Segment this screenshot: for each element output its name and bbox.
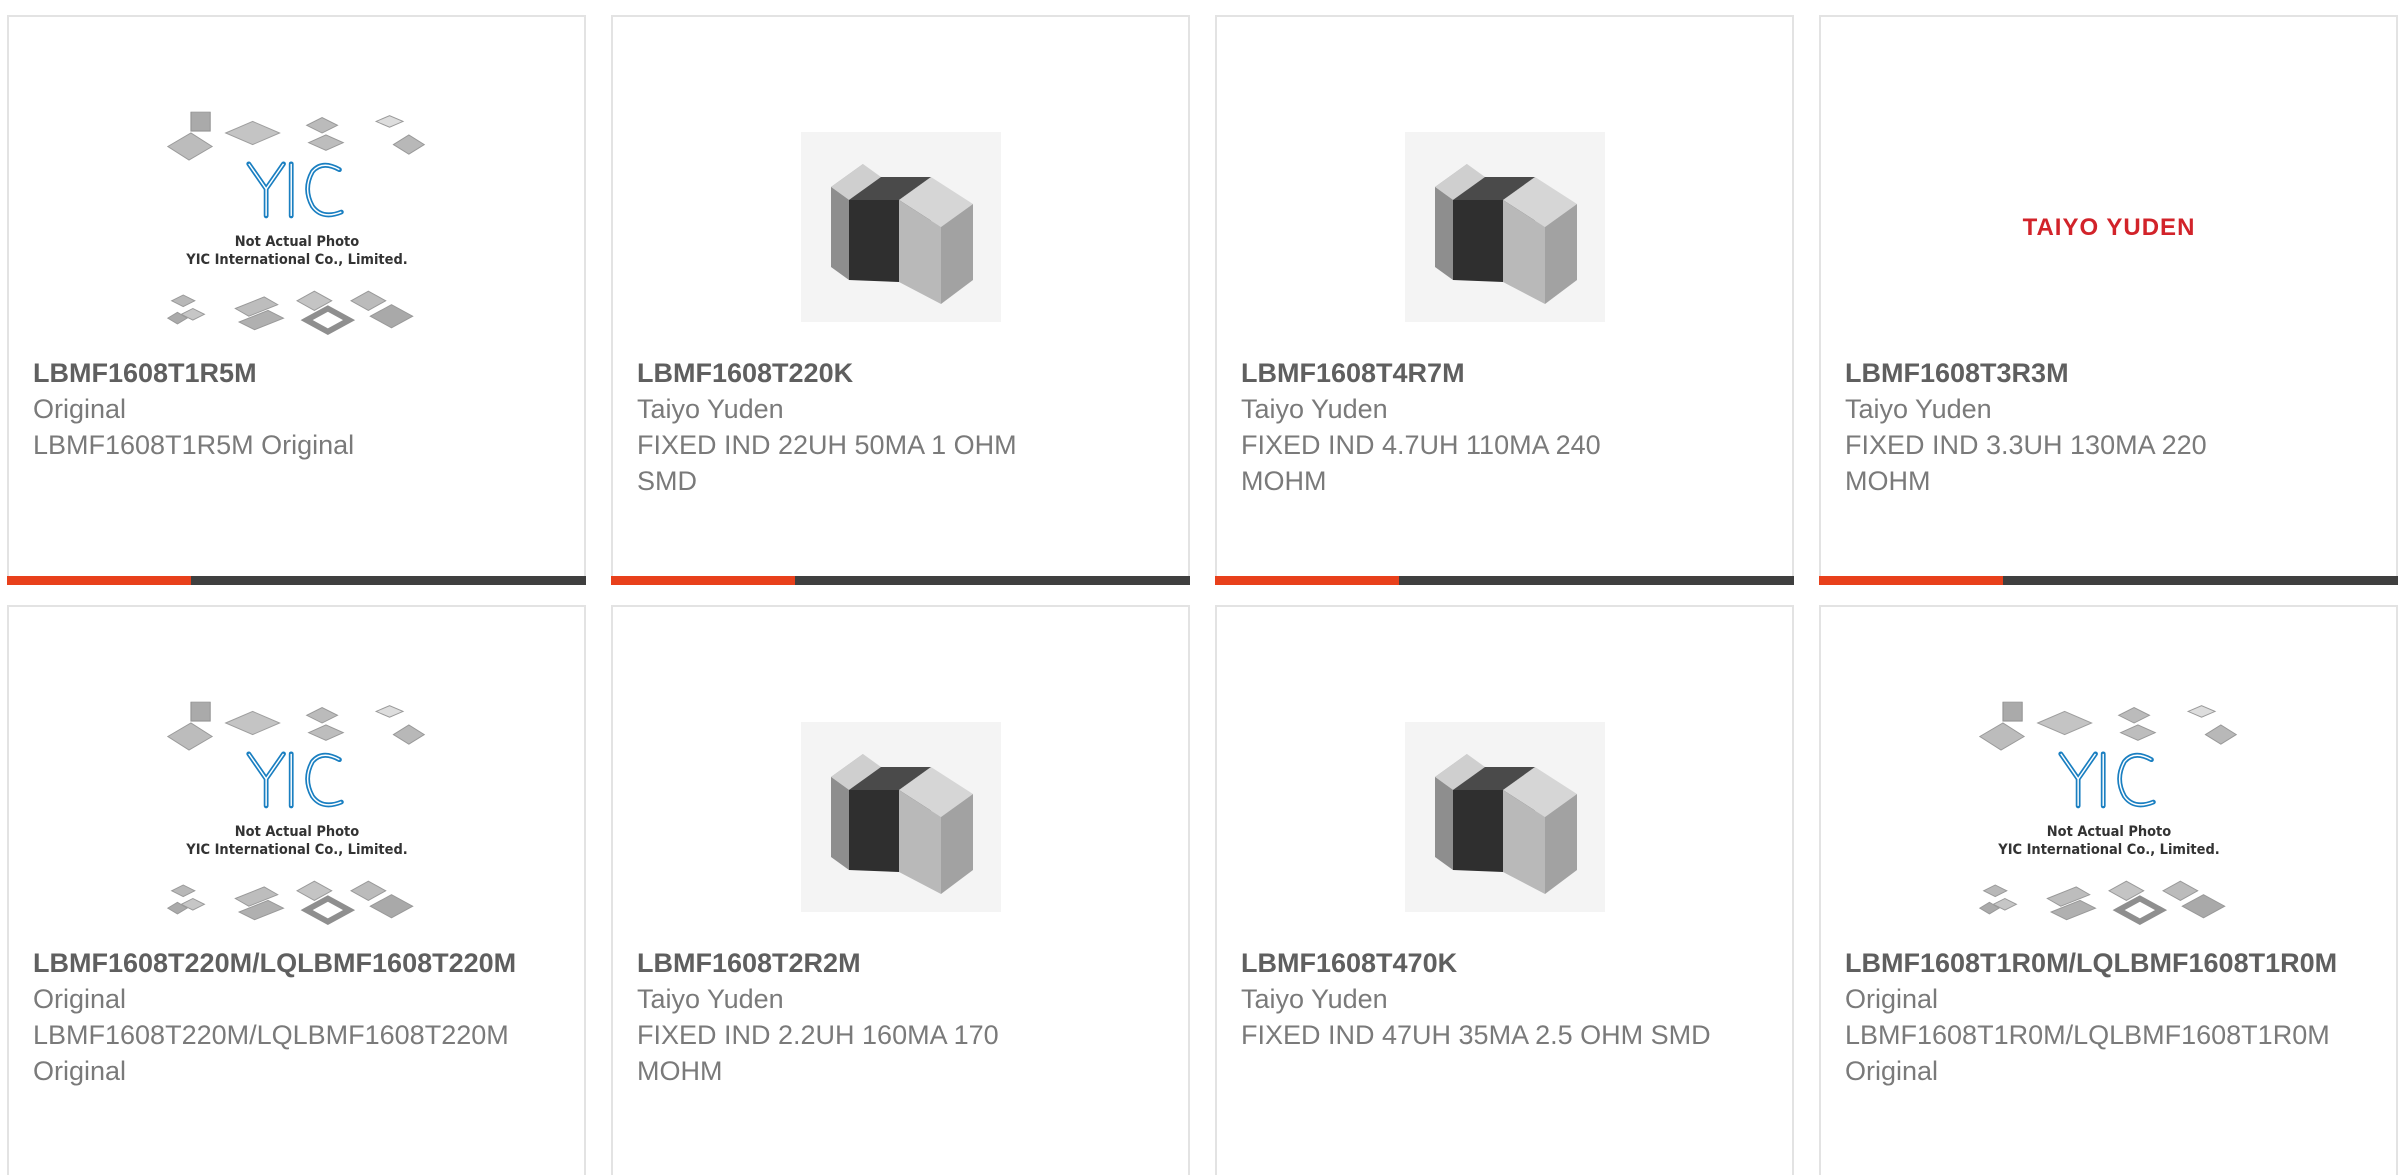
placeholder-line2: YIC International Co., Limited. (185, 252, 407, 268)
product-card[interactable]: Not Actual Photo YIC International Co., … (7, 15, 586, 585)
smd-chip-image[interactable] (1217, 682, 1792, 952)
product-info: LBMF1608T470K Taiyo Yuden FIXED IND 47UH… (1241, 945, 1772, 1053)
product-card[interactable]: TAIYO YUDEN LBMF1608T3R3M Taiyo Yuden FI… (1819, 15, 2398, 585)
taiyo-yuden-logo: TAIYO YUDEN (2022, 214, 2195, 241)
product-card[interactable]: LBMF1608T220K Taiyo Yuden FIXED IND 22UH… (611, 15, 1190, 585)
smd-chip-image[interactable] (1217, 92, 1792, 362)
manufacturer: Taiyo Yuden (637, 394, 784, 424)
description: FIXED IND 3.3UH 130MA 220 MOHM (1845, 430, 2207, 496)
part-number-link[interactable]: LBMF1608T470K (1241, 945, 1772, 981)
yic-placeholder-image[interactable]: Not Actual Photo YIC International Co., … (1821, 682, 2396, 952)
part-number-link[interactable]: LBMF1608T3R3M (1845, 355, 2376, 391)
description: LBMF1608T1R0M/LQLBMF1608T1R0M Original (1845, 1020, 2330, 1086)
description: FIXED IND 4.7UH 110MA 240 MOHM (1241, 430, 1601, 496)
description: FIXED IND 2.2UH 160MA 170 MOHM (637, 1020, 999, 1086)
product-card[interactable]: LBMF1608T4R7M Taiyo Yuden FIXED IND 4.7U… (1215, 15, 1794, 585)
product-info: LBMF1608T220K Taiyo Yuden FIXED IND 22UH… (637, 355, 1168, 499)
product-info: LBMF1608T3R3M Taiyo Yuden FIXED IND 3.3U… (1845, 355, 2376, 499)
card-bottom-bar (1215, 576, 1794, 585)
manufacturer: Original (1845, 984, 1939, 1014)
manufacturer: Original (33, 984, 127, 1014)
part-number-link[interactable]: LBMF1608T1R0M/LQLBMF1608T1R0M (1845, 945, 2376, 981)
product-info: LBMF1608T4R7M Taiyo Yuden FIXED IND 4.7U… (1241, 355, 1772, 499)
product-card[interactable]: Not Actual Photo YIC International Co., … (1819, 605, 2398, 1175)
card-bottom-bar (7, 576, 586, 585)
product-info: LBMF1608T1R5M Original LBMF1608T1R5M Ori… (33, 355, 564, 463)
brand-logo-image[interactable]: TAIYO YUDEN (1821, 92, 2396, 362)
manufacturer: Original (33, 394, 127, 424)
placeholder-line2: YIC International Co., Limited. (185, 842, 407, 858)
placeholder-line1: Not Actual Photo (234, 823, 358, 839)
smd-chip-image[interactable] (613, 92, 1188, 362)
yic-placeholder-image[interactable]: Not Actual Photo YIC International Co., … (9, 682, 584, 952)
part-number-link[interactable]: LBMF1608T220K (637, 355, 1168, 391)
yic-placeholder-image[interactable]: Not Actual Photo YIC International Co., … (9, 92, 584, 362)
bar-accent (611, 576, 795, 585)
product-info: LBMF1608T1R0M/LQLBMF1608T1R0M Original L… (1845, 945, 2376, 1089)
manufacturer: Taiyo Yuden (1845, 394, 1992, 424)
product-card[interactable]: LBMF1608T470K Taiyo Yuden FIXED IND 47UH… (1215, 605, 1794, 1175)
part-number-link[interactable]: LBMF1608T220M/LQLBMF1608T220M (33, 945, 564, 981)
product-info: LBMF1608T220M/LQLBMF1608T220M Original L… (33, 945, 564, 1089)
description: LBMF1608T220M/LQLBMF1608T220M Original (33, 1020, 509, 1086)
placeholder-line2: YIC International Co., Limited. (1997, 842, 2219, 858)
part-number-link[interactable]: LBMF1608T4R7M (1241, 355, 1772, 391)
manufacturer: Taiyo Yuden (1241, 394, 1388, 424)
product-card[interactable]: LBMF1608T2R2M Taiyo Yuden FIXED IND 2.2U… (611, 605, 1190, 1175)
part-number-link[interactable]: LBMF1608T2R2M (637, 945, 1168, 981)
bar-accent (1215, 576, 1399, 585)
card-bottom-bar (611, 576, 1190, 585)
bar-accent (1819, 576, 2003, 585)
smd-chip-image[interactable] (613, 682, 1188, 952)
product-info: LBMF1608T2R2M Taiyo Yuden FIXED IND 2.2U… (637, 945, 1168, 1089)
bar-accent (7, 576, 191, 585)
manufacturer: Taiyo Yuden (637, 984, 784, 1014)
placeholder-line1: Not Actual Photo (234, 233, 358, 249)
part-number-link[interactable]: LBMF1608T1R5M (33, 355, 564, 391)
card-bottom-bar (1819, 576, 2398, 585)
product-grid: Not Actual Photo YIC International Co., … (7, 15, 2398, 1175)
description: LBMF1608T1R5M Original (33, 430, 355, 460)
description: FIXED IND 47UH 35MA 2.5 OHM SMD (1241, 1020, 1711, 1050)
product-card[interactable]: Not Actual Photo YIC International Co., … (7, 605, 586, 1175)
placeholder-line1: Not Actual Photo (2046, 823, 2170, 839)
manufacturer: Taiyo Yuden (1241, 984, 1388, 1014)
description: FIXED IND 22UH 50MA 1 OHM SMD (637, 430, 1017, 496)
